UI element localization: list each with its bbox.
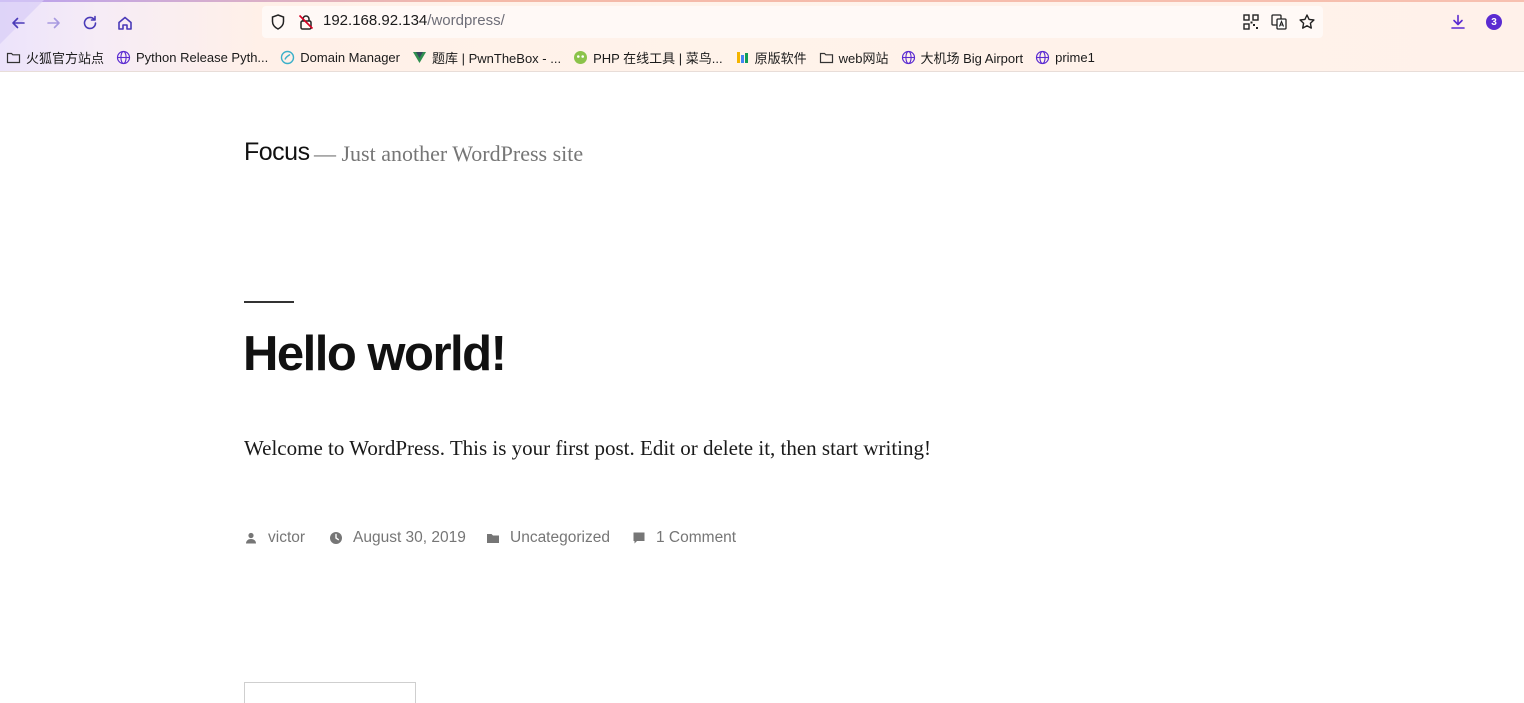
post-category[interactable]: Uncategorized	[486, 528, 610, 548]
post-date[interactable]: August 30, 2019	[329, 528, 466, 548]
translate-icon[interactable]	[1270, 13, 1288, 31]
post-body: Welcome to WordPress. This is your first…	[244, 436, 931, 460]
runoob-icon	[573, 50, 588, 65]
post-title[interactable]: Hello world!	[243, 326, 507, 382]
bookmark-label: prime1	[1055, 49, 1095, 65]
arrow-left-icon	[12, 17, 25, 29]
clock-icon	[330, 532, 342, 544]
downloads-icon[interactable]	[1449, 13, 1467, 31]
reload-button[interactable]	[77, 10, 103, 36]
url-host: 192.168.92.134	[323, 12, 428, 29]
globe-icon	[901, 50, 916, 65]
pagination-box	[244, 682, 416, 703]
bookmark-label: PHP 在线工具 | 菜鸟...	[593, 50, 723, 66]
bookmark-item[interactable]: 大机场 Big Airport	[901, 48, 1024, 67]
globe-icon	[1035, 50, 1050, 65]
site-title[interactable]: Focus	[244, 138, 310, 167]
bookmark-item[interactable]: 题库 | PwnTheBox - ...	[412, 48, 561, 67]
folder-icon	[6, 50, 21, 65]
bookmark-item[interactable]: PHP 在线工具 | 菜鸟...	[573, 48, 723, 67]
bookmark-label: 火狐官方站点	[26, 50, 105, 66]
folder-icon	[819, 50, 834, 65]
bookmark-label: 题库 | PwnTheBox - ...	[431, 50, 562, 66]
bookmark-label: web网站	[838, 50, 889, 66]
qr-code-icon[interactable]	[1242, 13, 1260, 31]
bookmark-star-icon[interactable]	[1298, 13, 1316, 31]
bookmark-item[interactable]: 原版软件	[735, 48, 807, 67]
forward-button[interactable]	[41, 10, 67, 36]
site-description: — Just another WordPress site	[314, 141, 584, 166]
software-icon	[735, 50, 750, 65]
domain-icon	[280, 50, 295, 65]
top-accent-line	[0, 0, 1524, 2]
bookmark-label: Python Release Pyth...	[136, 49, 269, 65]
home-button[interactable]	[112, 10, 138, 36]
bookmark-label: Domain Manager	[300, 49, 400, 65]
person-icon	[246, 532, 256, 544]
bookmark-label: 大机场 Big Airport	[920, 50, 1024, 66]
bookmark-item[interactable]: prime1	[1035, 50, 1095, 65]
post-author-name[interactable]: victor	[268, 529, 305, 547]
tracking-shield-icon[interactable]	[269, 13, 287, 31]
post-date-text[interactable]: August 30, 2019	[353, 529, 466, 547]
downloads-badge[interactable]: 3	[1486, 14, 1502, 30]
folder-icon	[487, 534, 499, 543]
bookmark-item[interactable]: web网站	[819, 48, 889, 67]
comment-icon	[633, 532, 645, 544]
browser-chrome: 192.168.92.134/wordpress/ 3 火狐官方站点 Python…	[0, 0, 1524, 72]
post-category-text[interactable]: Uncategorized	[510, 529, 610, 547]
bookmark-item[interactable]: Domain Manager	[280, 50, 400, 65]
url-text[interactable]: 192.168.92.134/wordpress/	[323, 12, 505, 29]
bookmark-item[interactable]: 火狐官方站点	[6, 48, 104, 67]
bookmark-label: 原版软件	[754, 50, 807, 66]
post-comments-text[interactable]: 1 Comment	[656, 529, 736, 547]
reload-icon	[83, 15, 97, 30]
arrow-right-icon	[47, 17, 60, 29]
insecure-lock-icon[interactable]	[297, 13, 315, 31]
globe-icon	[116, 50, 131, 65]
v-logo-icon	[412, 50, 427, 65]
bookmarks-toolbar: 火狐官方站点 Python Release Pyth... Domain Manag…	[6, 47, 1107, 67]
post-author[interactable]: victor	[244, 528, 305, 548]
back-button[interactable]	[5, 10, 31, 36]
bookmark-item[interactable]: Python Release Pyth...	[116, 50, 268, 65]
post-comments[interactable]: 1 Comment	[632, 528, 736, 548]
url-path: /wordpress/	[427, 12, 505, 29]
title-divider	[244, 301, 294, 303]
home-icon	[118, 16, 132, 30]
